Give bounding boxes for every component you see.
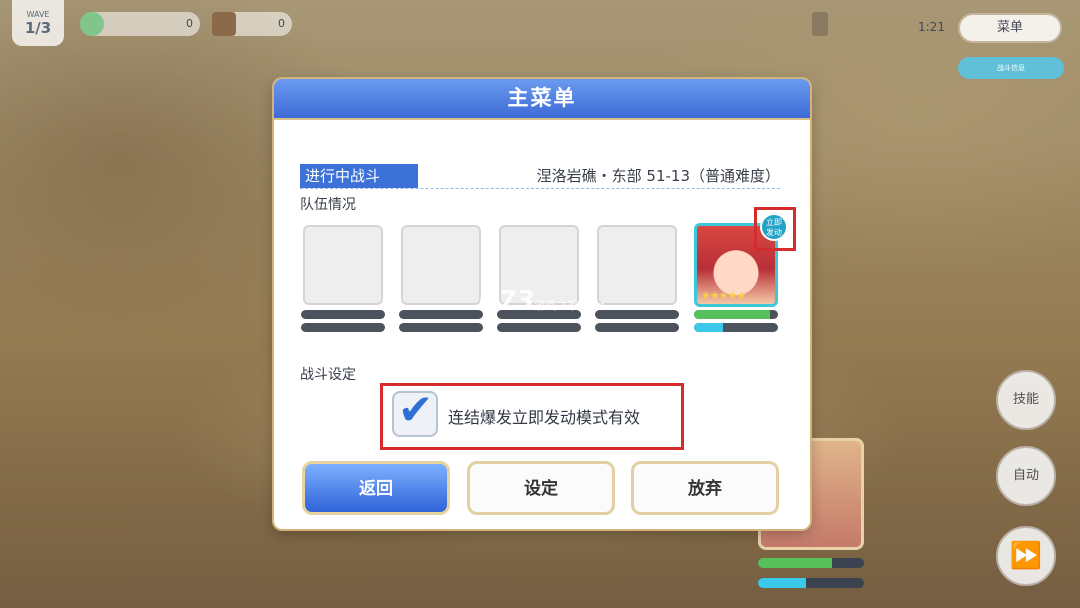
side-tp-bar [758, 578, 864, 588]
settings-button[interactable]: 设定 [467, 461, 615, 515]
battle-timer: 1:21 [918, 20, 945, 34]
battle-settings-label: 战斗设定 [300, 367, 356, 383]
team-slot-empty [303, 225, 383, 305]
section-divider [300, 188, 780, 189]
gem-count: 0 [186, 17, 193, 30]
slot-tp-bar [595, 323, 679, 332]
watermark-domain: .com [578, 299, 606, 312]
slot-tp-bar [497, 323, 581, 332]
slot-tp-bar [301, 323, 385, 332]
side-hp-bar [758, 558, 864, 568]
character-hp-bar [694, 310, 778, 319]
wave-value: 1/3 [24, 19, 52, 37]
stage-name: 涅洛岩礁・东部 51-13（普通难度） [536, 167, 780, 185]
slot-hp-bar [301, 310, 385, 319]
watermark-text: 游戏之家 [534, 299, 579, 312]
wave-indicator: WAVE 1/3 [12, 0, 64, 46]
in-battle-tag: 进行中战斗 [300, 164, 418, 188]
slot-hp-bar [399, 310, 483, 319]
union-burst-checkbox[interactable]: ✔ [392, 387, 438, 437]
watermark-logo: K73 [478, 286, 535, 316]
team-slot-empty [597, 225, 677, 305]
wave-caption: WAVE [26, 10, 50, 19]
rarity-stars: ★★★★★ [701, 289, 746, 302]
hourglass-icon [812, 12, 828, 36]
menu-button[interactable]: 菜单 [958, 13, 1062, 43]
character-tp-bar [694, 323, 778, 332]
badge-highlight-frame [754, 207, 796, 251]
fast-forward-icon: ⏩ [1009, 541, 1043, 571]
gem-icon [80, 12, 104, 36]
chest-count: 0 [278, 17, 285, 30]
team-slot-empty [401, 225, 481, 305]
skill-button[interactable]: 技能 [996, 370, 1056, 430]
give-up-button[interactable]: 放弃 [631, 461, 779, 515]
checkmark-icon: ✔ [398, 385, 434, 434]
battle-info-button[interactable]: 战斗信息 [958, 57, 1064, 79]
back-button[interactable]: 返回 [302, 461, 450, 515]
chest-icon [212, 12, 236, 36]
union-burst-setting-label: 连结爆发立即发动模式有效 [448, 408, 641, 427]
slot-tp-bar [399, 323, 483, 332]
team-status-label: 队伍情况 [300, 197, 356, 213]
dialog-title: 主菜单 [274, 79, 810, 120]
speed-button[interactable]: ⏩ [996, 526, 1056, 586]
watermark: K73游戏之家.com [478, 286, 605, 316]
auto-button[interactable]: 自动 [996, 446, 1056, 506]
slot-hp-bar [595, 310, 679, 319]
